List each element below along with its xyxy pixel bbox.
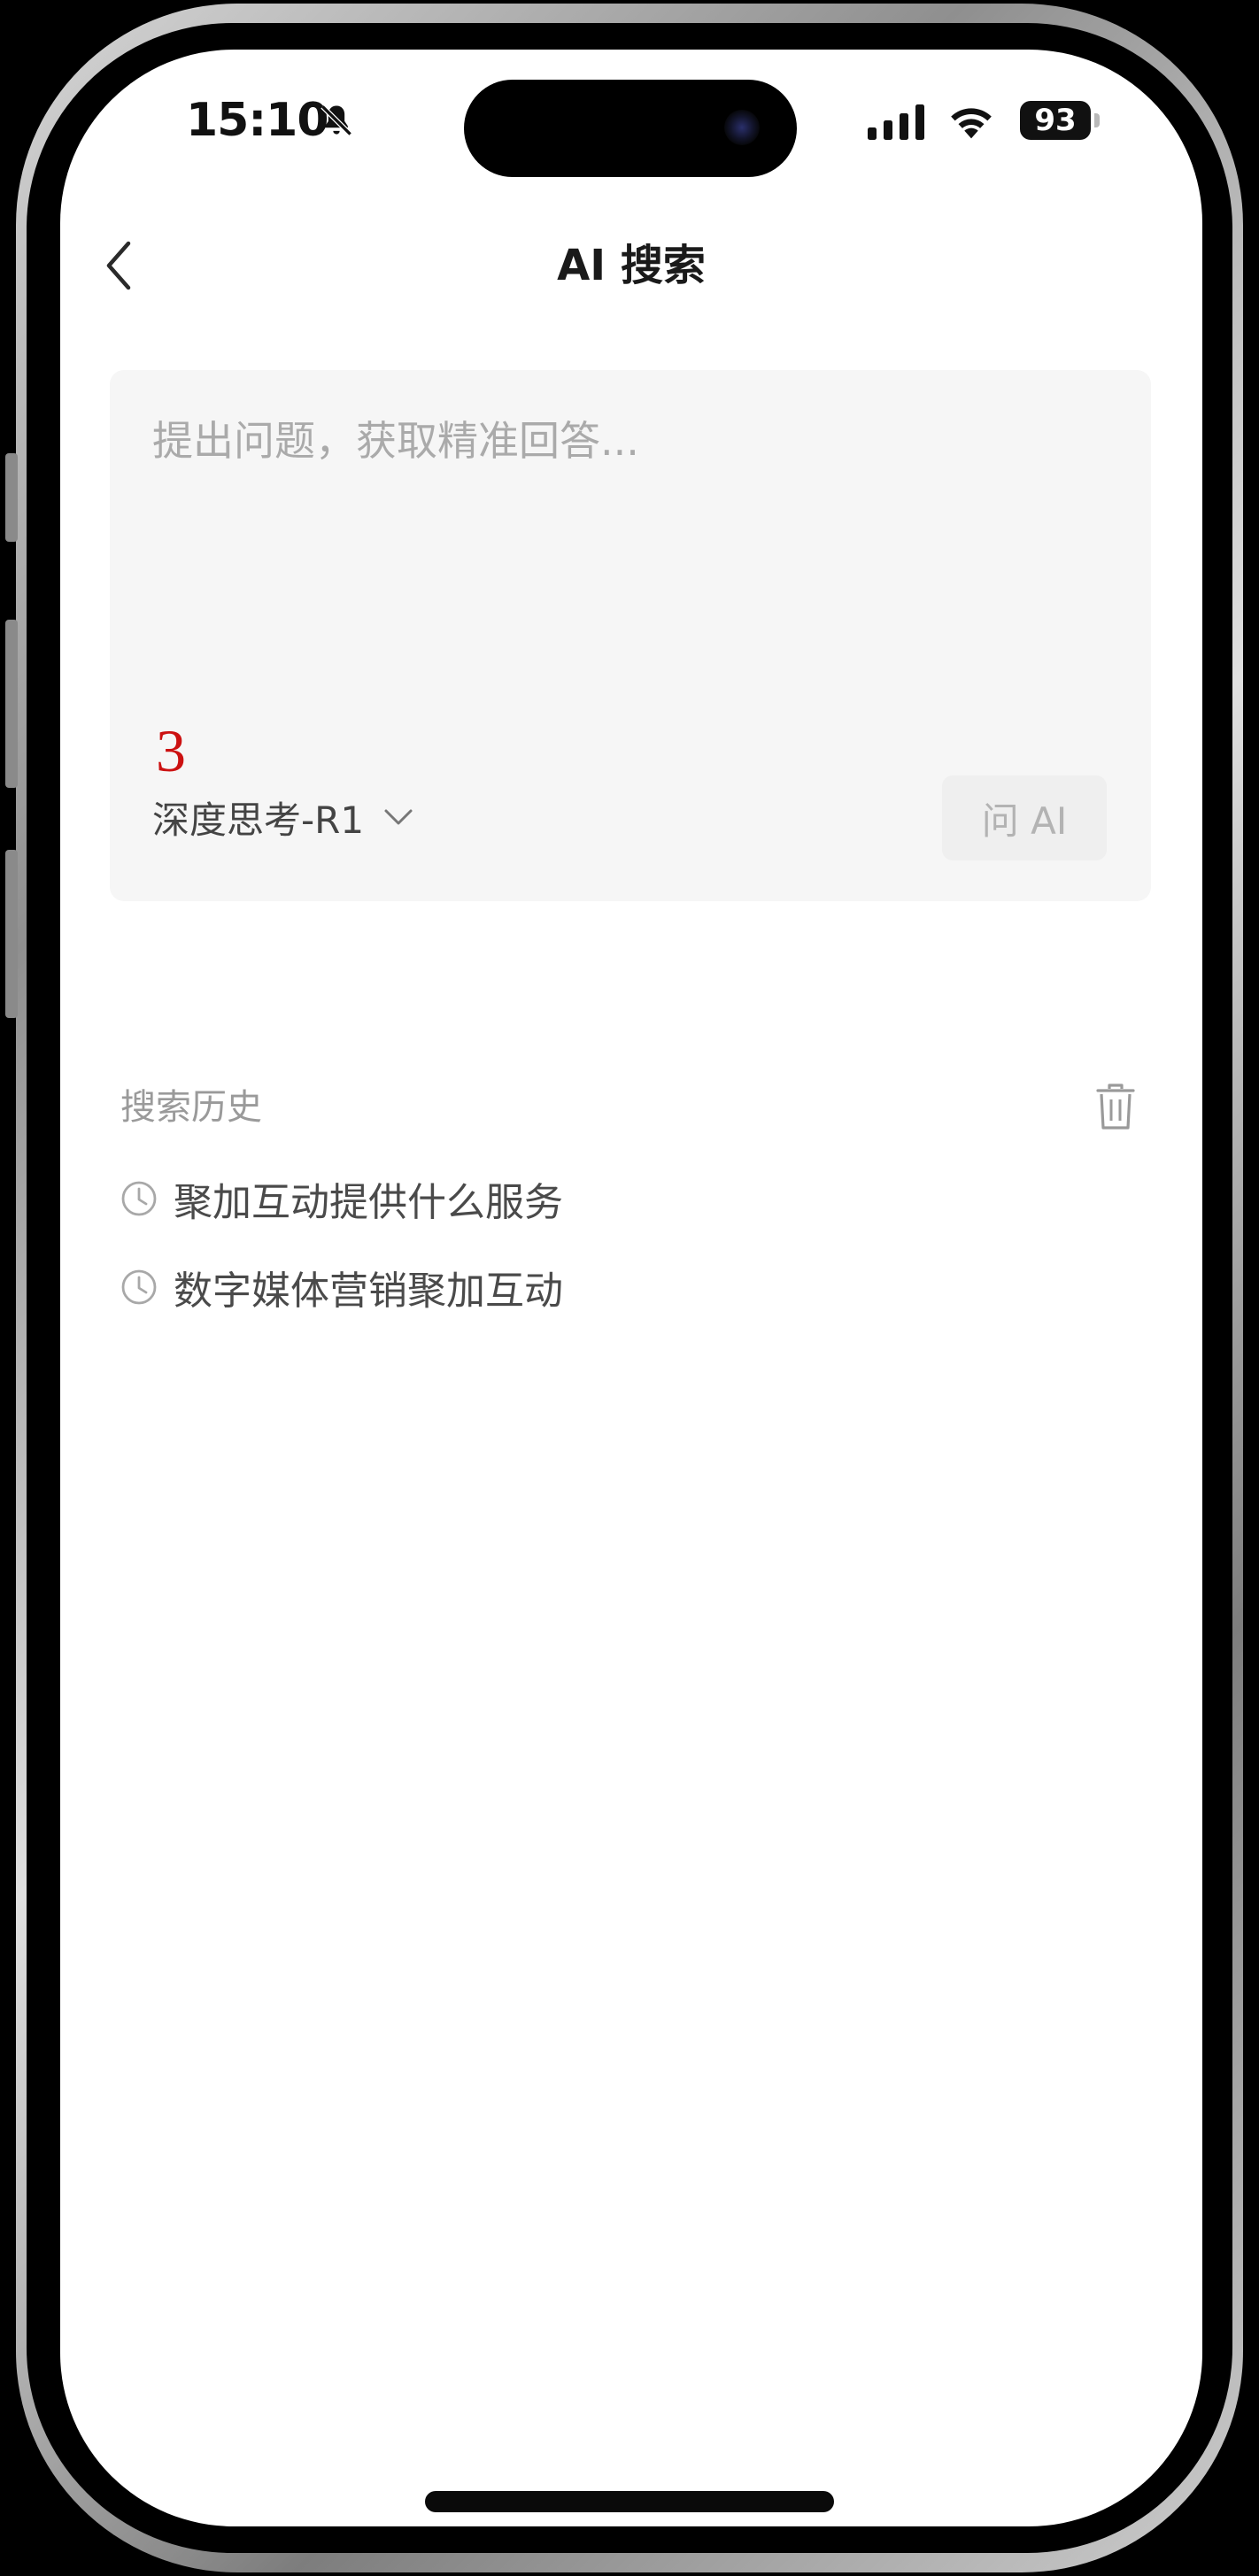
trash-icon — [1096, 1084, 1135, 1130]
clock-icon — [121, 1269, 157, 1305]
clock-icon — [121, 1181, 157, 1216]
history-item-text: 聚加互动提供什么服务 — [174, 1180, 563, 1225]
history-item[interactable]: 数字媒体营销聚加互动 — [120, 1252, 563, 1323]
battery-nub — [1094, 113, 1100, 127]
dynamic-island — [464, 80, 797, 177]
bell-off-icon — [321, 104, 352, 136]
model-selector[interactable]: 深度思考-R1 — [152, 786, 413, 848]
query-card: 3 深度思考-R1 问 AI — [110, 370, 1151, 901]
battery-icon: 93 — [1020, 101, 1091, 140]
signal-icon — [868, 104, 924, 140]
ask-ai-button[interactable]: 问 AI — [942, 775, 1107, 860]
camera-icon — [724, 110, 760, 145]
history-item-text: 数字媒体营销聚加互动 — [174, 1269, 563, 1314]
chevron-down-icon — [384, 809, 413, 825]
annotation-label: 3 — [156, 717, 186, 784]
volume-down-button — [5, 850, 18, 1018]
mute-switch — [5, 453, 18, 542]
volume-up-button — [5, 620, 18, 788]
clear-history-button[interactable] — [1087, 1078, 1144, 1137]
app-screen: 15:10 93 AI 搜索 3 深度思考-R1 — [60, 50, 1202, 2526]
wifi-icon — [951, 108, 992, 139]
page-title: AI 搜索 — [557, 241, 706, 290]
history-title: 搜索历史 — [120, 1087, 262, 1128]
history-item[interactable]: 聚加互动提供什么服务 — [120, 1163, 563, 1234]
status-time: 15:10 — [186, 94, 329, 147]
model-selector-label: 深度思考-R1 — [152, 798, 365, 842]
question-input[interactable] — [152, 409, 1108, 675]
home-indicator[interactable] — [425, 2491, 834, 2512]
